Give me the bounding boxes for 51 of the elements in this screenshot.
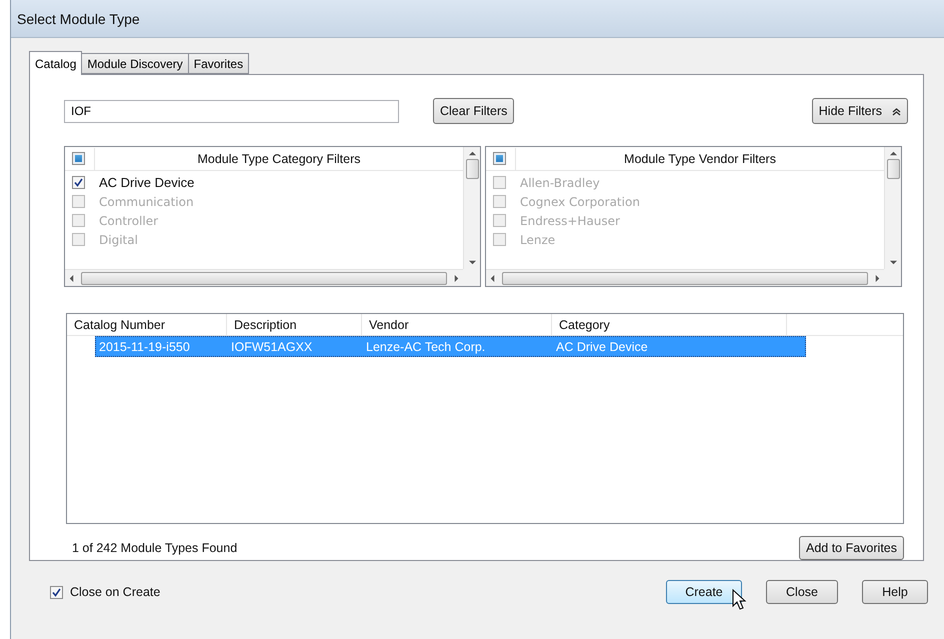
checkbox-label: Close on Create [70,585,160,599]
table-cell-text: Lenze-AC Tech Corp. [365,338,486,356]
scroll-right-icon[interactable] [874,274,881,282]
scroll-right-icon[interactable] [453,274,460,282]
tab[interactable]: Catalog [29,51,82,75]
filter-label: Endress+Hauser [520,214,620,228]
filter-label: Cognex Corporation [520,194,640,208]
double-chevron-up-icon [892,106,901,116]
tab[interactable]: Favorites [188,53,250,74]
scroll-down-icon[interactable] [890,259,896,266]
vertical-scrollbar[interactable] [884,147,901,269]
scroll-up-icon[interactable] [468,150,476,157]
checkbox[interactable] [72,176,85,189]
dialog-button[interactable]: Create [666,580,742,604]
clear-filters-button[interactable]: Clear Filters [433,98,514,124]
status-text: 1 of 242 Module Types Found [71,541,238,555]
scroll-down-icon[interactable] [468,259,476,266]
window-title: Select Module Type [17,10,140,26]
tab[interactable]: Module Discovery [81,53,189,74]
select-all-checkbox[interactable] [493,152,506,165]
scroll-left-icon[interactable] [68,274,75,282]
scroll-thumb[interactable] [81,272,447,284]
scroll-thumb[interactable] [502,272,868,284]
table-cell-text: IOFW51AGXX [230,338,314,356]
scroll-up-icon[interactable] [890,150,896,157]
scroll-left-icon[interactable] [489,274,496,282]
table-cell-text: 2015-11-19-i550 [98,338,191,356]
scroll-thumb[interactable] [886,159,900,179]
column-header[interactable]: Description [227,314,362,335]
add-to-favorites-button[interactable]: Add to Favorites [798,536,904,560]
filter-label: Digital [99,232,138,246]
dialog-button[interactable]: Help [862,580,928,604]
hide-filters-button[interactable]: Hide Filters [812,98,908,124]
column-header[interactable]: Vendor [362,314,552,335]
horizontal-scrollbar[interactable] [486,269,884,286]
filter-label: AC Drive Device [99,175,194,190]
horizontal-scrollbar[interactable] [65,269,463,286]
filter-label: Communication [99,194,194,208]
mouse-pointer-icon [732,589,748,611]
column-header[interactable]: Catalog Number [67,314,227,335]
filter-label: Allen-Bradley [520,176,600,190]
search-field[interactable]: IOF [64,100,399,122]
checkbox[interactable] [50,586,63,598]
column-header[interactable]: Category [552,314,787,335]
vertical-scrollbar[interactable] [463,147,480,269]
filter-label: Lenze [520,232,556,246]
filter-label: Controller [99,214,158,228]
scroll-thumb[interactable] [466,159,478,179]
dialog-button[interactable]: Close [766,580,838,604]
table-cell-text: AC Drive Device [555,338,649,356]
select-all-checkbox[interactable] [72,152,85,165]
